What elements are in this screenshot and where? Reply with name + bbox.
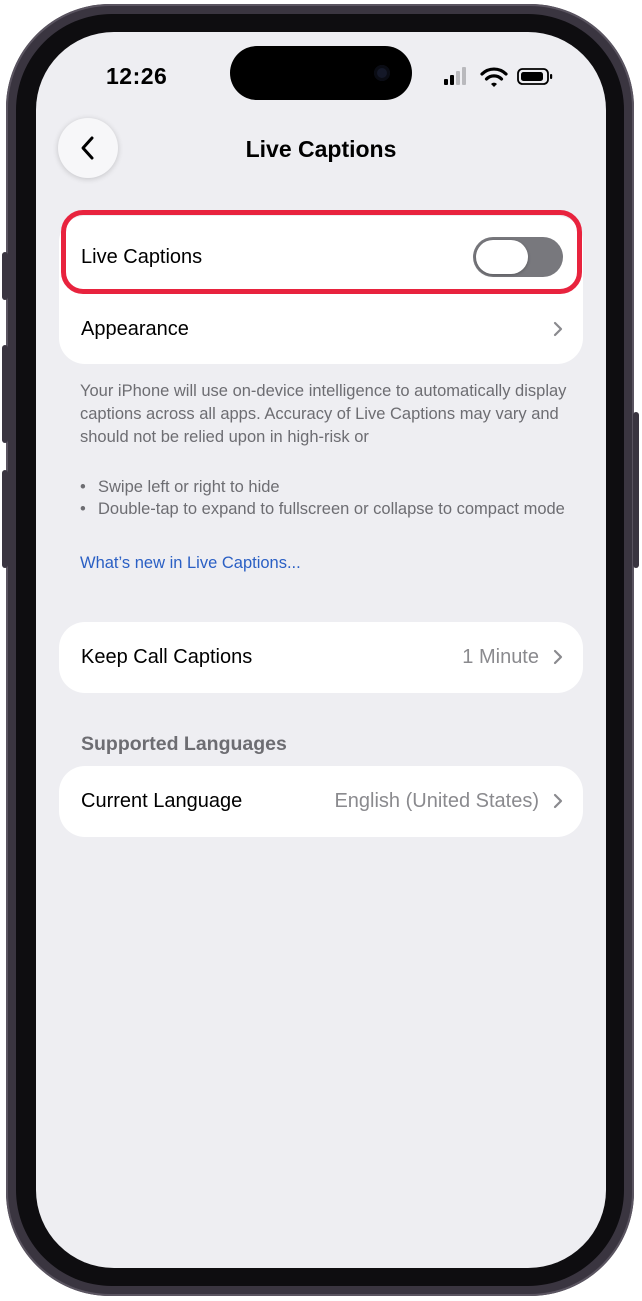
appearance-label: Appearance bbox=[81, 317, 189, 340]
page-title: Live Captions bbox=[245, 136, 397, 162]
chevron-right-icon bbox=[553, 649, 563, 665]
bullet-text: Swipe left or right to hide bbox=[98, 478, 280, 496]
status-icons bbox=[440, 66, 560, 88]
current-language-label: Current Language bbox=[81, 789, 243, 812]
bullet-text: Double-tap to expand to fullscreen or co… bbox=[98, 500, 565, 518]
power-button bbox=[633, 412, 639, 568]
whats-new-link[interactable]: What’s new in Live Captions... bbox=[80, 554, 301, 573]
keep-call-captions-card: Keep Call Captions 1 Minute bbox=[59, 622, 583, 693]
chevron-right-icon bbox=[553, 321, 563, 337]
dynamic-island bbox=[230, 46, 412, 100]
current-language-row[interactable]: Current Language English (United States) bbox=[59, 768, 583, 834]
cellular-signal-icon bbox=[444, 67, 466, 85]
keep-call-captions-row[interactable]: Keep Call Captions 1 Minute bbox=[59, 624, 583, 690]
volume-up-button bbox=[2, 345, 8, 443]
battery-icon bbox=[517, 68, 553, 85]
section-header: Supported Languages bbox=[81, 733, 287, 755]
bullet-dot: • bbox=[80, 478, 86, 496]
bullet-dot: • bbox=[80, 500, 86, 518]
bullet-item: • Swipe left or right to hide bbox=[80, 476, 570, 498]
bullet-list: • Swipe left or right to hide • Double-t… bbox=[80, 476, 570, 520]
screen: 12:26 Live Captions Live Captions Appear… bbox=[36, 32, 606, 1268]
current-language-value: English (United States) bbox=[334, 789, 539, 812]
wifi-icon bbox=[480, 67, 508, 87]
highlight-box bbox=[61, 210, 582, 294]
keep-call-captions-label: Keep Call Captions bbox=[81, 645, 253, 668]
chevron-right-icon bbox=[553, 793, 563, 809]
volume-down-button bbox=[2, 470, 8, 568]
action-button bbox=[2, 252, 8, 300]
appearance-row[interactable]: Appearance bbox=[59, 296, 583, 362]
status-time: 12:26 bbox=[106, 63, 168, 89]
current-language-card: Current Language English (United States) bbox=[59, 766, 583, 837]
description-text: Your iPhone will use on-device intellige… bbox=[80, 382, 567, 446]
bullet-item: • Double-tap to expand to fullscreen or … bbox=[80, 498, 570, 520]
front-camera bbox=[374, 65, 390, 81]
keep-call-captions-value: 1 Minute bbox=[462, 645, 539, 668]
